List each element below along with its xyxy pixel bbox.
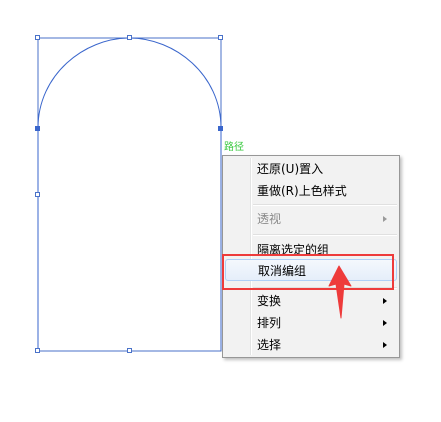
handle-bottom-left[interactable] [35, 348, 40, 353]
submenu-arrow-icon [383, 216, 387, 222]
handle-top-right[interactable] [218, 35, 223, 40]
handle-top-center[interactable] [127, 35, 132, 40]
menu-separator [253, 234, 397, 236]
menu-item-label: 变换 [257, 294, 282, 308]
menu-item-undo-place[interactable]: 还原(U)置入 [225, 158, 397, 180]
anchor-point-left[interactable] [35, 126, 40, 131]
menu-item-label: 选择 [257, 338, 282, 352]
handle-top-left[interactable] [35, 35, 40, 40]
menu-item-label: 排列 [257, 316, 282, 330]
menu-item-perspective: 透视 [225, 208, 397, 230]
anchor-point-right[interactable] [218, 126, 223, 131]
menu-item-transform[interactable]: 变换 [225, 290, 397, 312]
menu-item-label: 重做(R)上色样式 [257, 184, 347, 198]
handle-middle-left[interactable] [35, 192, 40, 197]
selection-bounding-box [37, 37, 222, 352]
submenu-arrow-icon [383, 320, 387, 326]
menu-item-select[interactable]: 选择 [225, 334, 397, 356]
menu-item-label: 还原(U)置入 [257, 162, 324, 176]
artboard-canvas[interactable]: 路径 还原(U)置入 重做(R)上色样式 透视 隔离选定的组 取消编组 变换 排 [0, 0, 441, 422]
arch-path[interactable] [37, 37, 222, 129]
submenu-arrow-icon [383, 298, 387, 304]
submenu-arrow-icon [383, 342, 387, 348]
menu-item-label: 透视 [257, 212, 282, 226]
path-smart-guide-label: 路径 [224, 142, 244, 153]
menu-item-redo-paint-style[interactable]: 重做(R)上色样式 [225, 180, 397, 202]
handle-bottom-center[interactable] [127, 348, 132, 353]
menu-item-arrange[interactable]: 排列 [225, 312, 397, 334]
annotation-highlight-box [222, 254, 394, 290]
menu-separator [253, 204, 397, 206]
